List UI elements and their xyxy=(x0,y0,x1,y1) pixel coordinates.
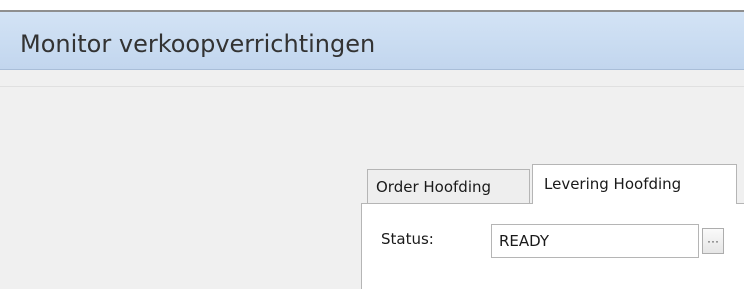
tab-order-hoofding[interactable]: Order Hoofding xyxy=(367,169,530,203)
tab-levering-hoofding-label: Levering Hoofding xyxy=(544,175,682,193)
tab-order-hoofding-label: Order Hoofding xyxy=(376,178,492,196)
title-bar: Monitor verkoopverrichtingen xyxy=(0,12,744,70)
status-field[interactable] xyxy=(491,224,699,258)
status-label: Status: xyxy=(381,230,434,248)
tab-levering-hoofding[interactable]: Levering Hoofding xyxy=(532,164,737,204)
status-browse-button[interactable]: ··· xyxy=(702,228,724,254)
window-title: Monitor verkoopverrichtingen xyxy=(20,30,376,58)
window-top-border xyxy=(0,0,744,12)
app-window: Monitor verkoopverrichtingen Order Hoofd… xyxy=(0,0,744,289)
header-divider xyxy=(0,86,744,87)
